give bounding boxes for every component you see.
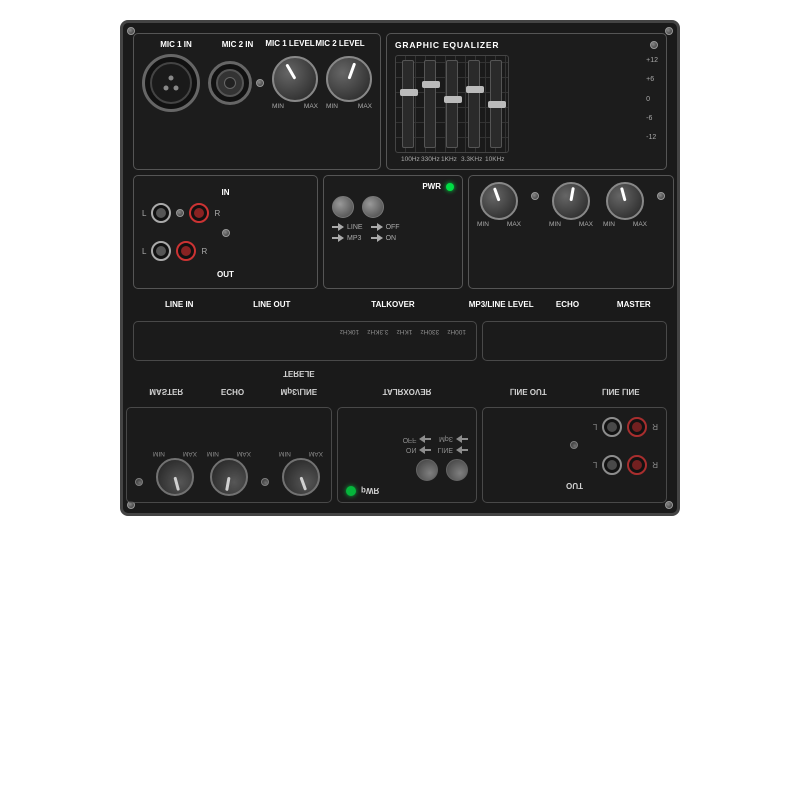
line-out-label: LINE OUT: [253, 300, 290, 309]
power-led: [446, 183, 454, 191]
eq-slider-1[interactable]: [402, 60, 414, 148]
pwr-label: PWR: [422, 182, 441, 191]
mic2-level-label: MIC 2 LEVEL: [315, 40, 365, 49]
line-io-panel: IN L R: [133, 175, 318, 289]
eq-scale: +12 +6 0 -6 -12: [646, 55, 658, 143]
line-switch-icon: [332, 223, 344, 231]
bottom-labels-row: LINE IN LINE OUT TALKOVER MP3/LINE LEVEL…: [133, 294, 667, 312]
eq-slider-3[interactable]: [446, 60, 458, 148]
on-label: ON: [386, 235, 397, 242]
eq-freq-330: 330Hz: [421, 156, 433, 163]
corner-screw-tr: [665, 27, 673, 35]
mic1-level-knob-group: MIN MAX: [272, 56, 318, 110]
eq-panel: GRAPHIC EQUALIZER: [386, 33, 667, 170]
talkover-panel: PWR LINE: [323, 175, 463, 289]
panel-screw-mid: [222, 229, 230, 237]
eq-freq-1k: 1KHz: [441, 156, 453, 163]
rca-in-right[interactable]: [189, 203, 209, 223]
mic2-level-knob-group: MIN MAX: [326, 56, 372, 110]
mic1-level-label: MIC 1 LEVEL: [265, 40, 315, 49]
echo-label: ECHO: [556, 300, 579, 309]
master-label: MASTER: [617, 300, 651, 309]
middle-section: IN L R: [133, 175, 667, 289]
controls-screw-2: [657, 192, 665, 200]
mic1-level-knob[interactable]: [272, 56, 318, 102]
eq-freq-10k: 10KHz: [485, 156, 501, 163]
rca-out-left[interactable]: [151, 241, 171, 261]
top-section: MIC 1 IN MIC 2 IN MIC 1 LEVEL MIC 2 LEVE…: [133, 33, 667, 170]
off-switch-icon: [371, 223, 383, 231]
mp3-line-knob[interactable]: [480, 182, 518, 220]
eq-slider-2[interactable]: [424, 60, 436, 148]
mp3-line-level-label: MP3/LINE LEVEL: [469, 300, 534, 309]
eq-title: GRAPHIC EQUALIZER: [395, 40, 499, 50]
out-label: OUT: [217, 270, 234, 279]
echo-knob[interactable]: [552, 182, 590, 220]
talkover-btn-1[interactable]: [332, 196, 354, 218]
master-knob[interactable]: [606, 182, 644, 220]
line-label: LINE: [347, 224, 363, 231]
mic1-in-label: MIC 1 IN: [142, 40, 210, 49]
eq-freq-100: 100Hz: [401, 156, 413, 163]
on-switch-icon: [371, 234, 383, 242]
mp3-switch-icon: [332, 234, 344, 242]
xlr-connector[interactable]: [142, 54, 200, 112]
rca-in-center-top: [176, 209, 184, 217]
in-label: IN: [222, 188, 230, 197]
corner-screw-tl: [127, 27, 135, 35]
controls-screw: [531, 192, 539, 200]
rca-out-right[interactable]: [176, 241, 196, 261]
off-label: OFF: [386, 224, 400, 231]
mic2-level-knob[interactable]: [326, 56, 372, 102]
master-knob-group: MIN MAX: [603, 182, 647, 228]
eq-freq-3k3: 3.3KHz: [461, 156, 477, 163]
eq-screw: [650, 41, 658, 49]
mic2-in-label: MIC 2 IN: [210, 40, 265, 49]
mp3-label: MP3: [347, 235, 361, 242]
reflection-section: TUO R L: [133, 321, 667, 503]
mic-inputs-panel: MIC 1 IN MIC 2 IN MIC 1 LEVEL MIC 2 LEVE…: [133, 33, 381, 170]
controls-panel: MIN MAX MIN MAX: [468, 175, 674, 289]
line-in-label: LINE IN: [165, 300, 193, 309]
eq-slider-5[interactable]: [490, 60, 502, 148]
device-body: MIC 1 IN MIC 2 IN MIC 1 LEVEL MIC 2 LEVE…: [120, 20, 680, 516]
rca-in-left[interactable]: [151, 203, 171, 223]
talkover-btn-2[interactable]: [362, 196, 384, 218]
mp3-line-knob-group: MIN MAX: [477, 182, 521, 228]
talkover-label: TALKOVER: [371, 300, 414, 309]
panel-screw: [256, 79, 264, 87]
quarter-jack-connector[interactable]: [208, 61, 252, 105]
eq-slider-4[interactable]: [468, 60, 480, 148]
echo-knob-group: MIN MAX: [549, 182, 593, 228]
